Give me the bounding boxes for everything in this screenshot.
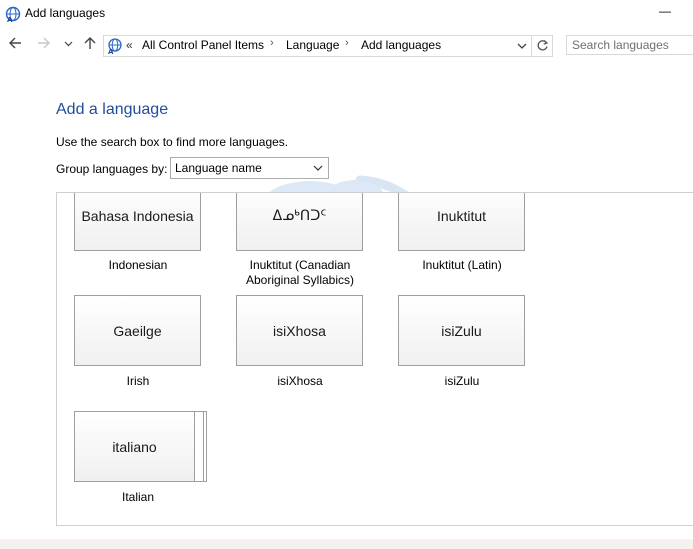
window-title: Add languages — [25, 6, 106, 20]
instruction-text: Use the search box to find more language… — [56, 135, 289, 149]
forward-button[interactable] — [34, 36, 54, 56]
language-caption: Inuktitut (Canadian Aboriginal Syllabics… — [245, 258, 355, 287]
language-native-name: Gaeilge — [113, 322, 162, 339]
svg-text:A: A — [108, 48, 114, 55]
language-tile-inuktitut-syllabics[interactable]: ᐃᓄᒃᑎᑐᑦ — [236, 193, 363, 251]
arrow-right-icon — [38, 37, 50, 49]
arrow-left-icon — [9, 37, 21, 49]
chevron-down-icon — [64, 41, 72, 47]
language-caption: Irish — [126, 374, 150, 388]
breadcrumb-separator[interactable]: › — [345, 37, 349, 49]
language-native-name: Inuktitut — [436, 207, 487, 224]
breadcrumb-all-control-panel-items[interactable]: All Control Panel Items — [142, 38, 264, 52]
chevron-down-icon[interactable] — [515, 39, 529, 53]
bottom-edge — [0, 539, 693, 549]
language-globe-icon: A — [108, 38, 122, 55]
svg-text:A: A — [7, 16, 13, 23]
language-native-name: isiXhosa — [273, 322, 326, 339]
breadcrumb-separator[interactable]: › — [270, 37, 274, 49]
language-tile-italian[interactable]: italiano — [74, 411, 195, 482]
breadcrumb-add-languages[interactable]: Add languages — [361, 38, 441, 52]
language-native-name: isiZulu — [441, 322, 482, 339]
language-tile-isizulu[interactable]: isiZulu — [398, 295, 525, 366]
language-tile-isixhosa[interactable]: isiXhosa — [236, 295, 363, 366]
language-tile-inuktitut-latin[interactable]: Inuktitut — [398, 193, 525, 251]
language-caption: isiXhosa — [277, 374, 323, 388]
language-native-name: ᐃᓄᒃᑎᑐᑦ — [272, 207, 327, 223]
chevron-down-icon — [313, 165, 323, 171]
language-globe-icon: A — [5, 6, 21, 23]
group-by-label: Group languages by: — [56, 162, 168, 176]
language-tile-irish[interactable]: Gaeilge — [74, 295, 201, 366]
search-input[interactable] — [566, 35, 693, 55]
group-by-value: Language name — [175, 161, 262, 175]
language-list: Bahasa Indonesia Indonesian ᐃᓄᒃᑎᑐᑦ Inukt… — [56, 192, 693, 526]
address-overflow-chevron[interactable]: « — [126, 38, 133, 52]
language-native-name: italiano — [112, 438, 157, 455]
breadcrumb-language[interactable]: Language — [286, 38, 339, 52]
language-caption: Indonesian — [108, 258, 168, 272]
refresh-button[interactable] — [532, 35, 553, 57]
page-title: Add a language — [56, 101, 169, 118]
language-caption: Italian — [121, 490, 155, 504]
recent-locations-button[interactable] — [58, 36, 78, 56]
language-caption: Inuktitut (Latin) — [422, 258, 502, 272]
up-button[interactable] — [80, 36, 100, 56]
arrow-up-icon — [84, 37, 96, 49]
minimize-button[interactable]: — — [655, 4, 675, 22]
back-button[interactable] — [5, 36, 25, 56]
language-tile-indonesian[interactable]: Bahasa Indonesia — [74, 193, 201, 251]
group-by-dropdown[interactable]: Language name — [170, 157, 329, 179]
refresh-icon — [537, 40, 548, 51]
language-native-name: Bahasa Indonesia — [81, 207, 194, 224]
address-bar[interactable]: A « All Control Panel Items › Language ›… — [103, 35, 532, 57]
language-caption: isiZulu — [444, 374, 480, 388]
